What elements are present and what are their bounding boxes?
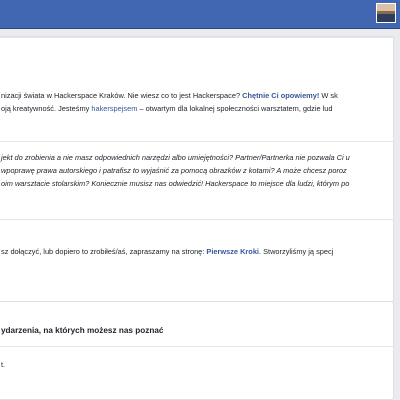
divider	[0, 141, 393, 142]
user-avatar-icon[interactable]	[376, 3, 396, 23]
about-card: nizacji świata w Hackerspace Kraków. Nie…	[0, 36, 394, 302]
top-navigation-bar	[0, 0, 400, 29]
events-heading: ydarzenia, na których możesz nas poznać	[1, 326, 164, 335]
pitch-paragraph: jekt do zrobienia a nie masz odpowiednic…	[1, 151, 400, 190]
intro-text: – otwartym dla lokalnej społeczności war…	[137, 104, 333, 113]
intro-paragraph: nizacji świata w Hackerspace Kraków. Nie…	[1, 89, 400, 115]
join-text: . Stworzyliśmy ją specj	[259, 247, 334, 256]
pitch-line-3: oim warsztacie stolarskim? Koniecznie mu…	[1, 179, 350, 188]
divider	[0, 219, 393, 220]
intro-text: nizacji świata w Hackerspace Kraków. Nie…	[1, 91, 243, 100]
join-text: sz dołączyć, lub dopiero to zrobiłeś/aś,…	[1, 247, 207, 256]
events-card: ydarzenia, na których możesz nas poznać …	[0, 302, 394, 400]
pitch-line-2: wpoprawę prawa autorskiego i patrafisz t…	[1, 166, 347, 175]
hackerspace-link[interactable]: hakerspejsem	[91, 104, 137, 113]
divider	[0, 37, 393, 38]
join-paragraph: sz dołączyć, lub dopiero to zrobiłeś/aś,…	[1, 245, 400, 258]
intro-text: W sk	[319, 91, 338, 100]
pitch-line-1: jekt do zrobienia a nie masz odpowiednic…	[1, 153, 350, 162]
intro-line-1: nizacji świata w Hackerspace Kraków. Nie…	[1, 89, 400, 102]
divider	[0, 346, 393, 347]
intro-line-2: oją kreatywność. Jesteśmy hakerspejsem –…	[1, 102, 400, 115]
intro-text: oją kreatywność. Jesteśmy	[1, 104, 92, 113]
event-list-item: t.	[1, 360, 6, 369]
tell-you-link[interactable]: Chętnie Ci opowiemy!	[242, 91, 319, 100]
first-steps-link[interactable]: Pierwsze Kroki	[206, 247, 259, 256]
